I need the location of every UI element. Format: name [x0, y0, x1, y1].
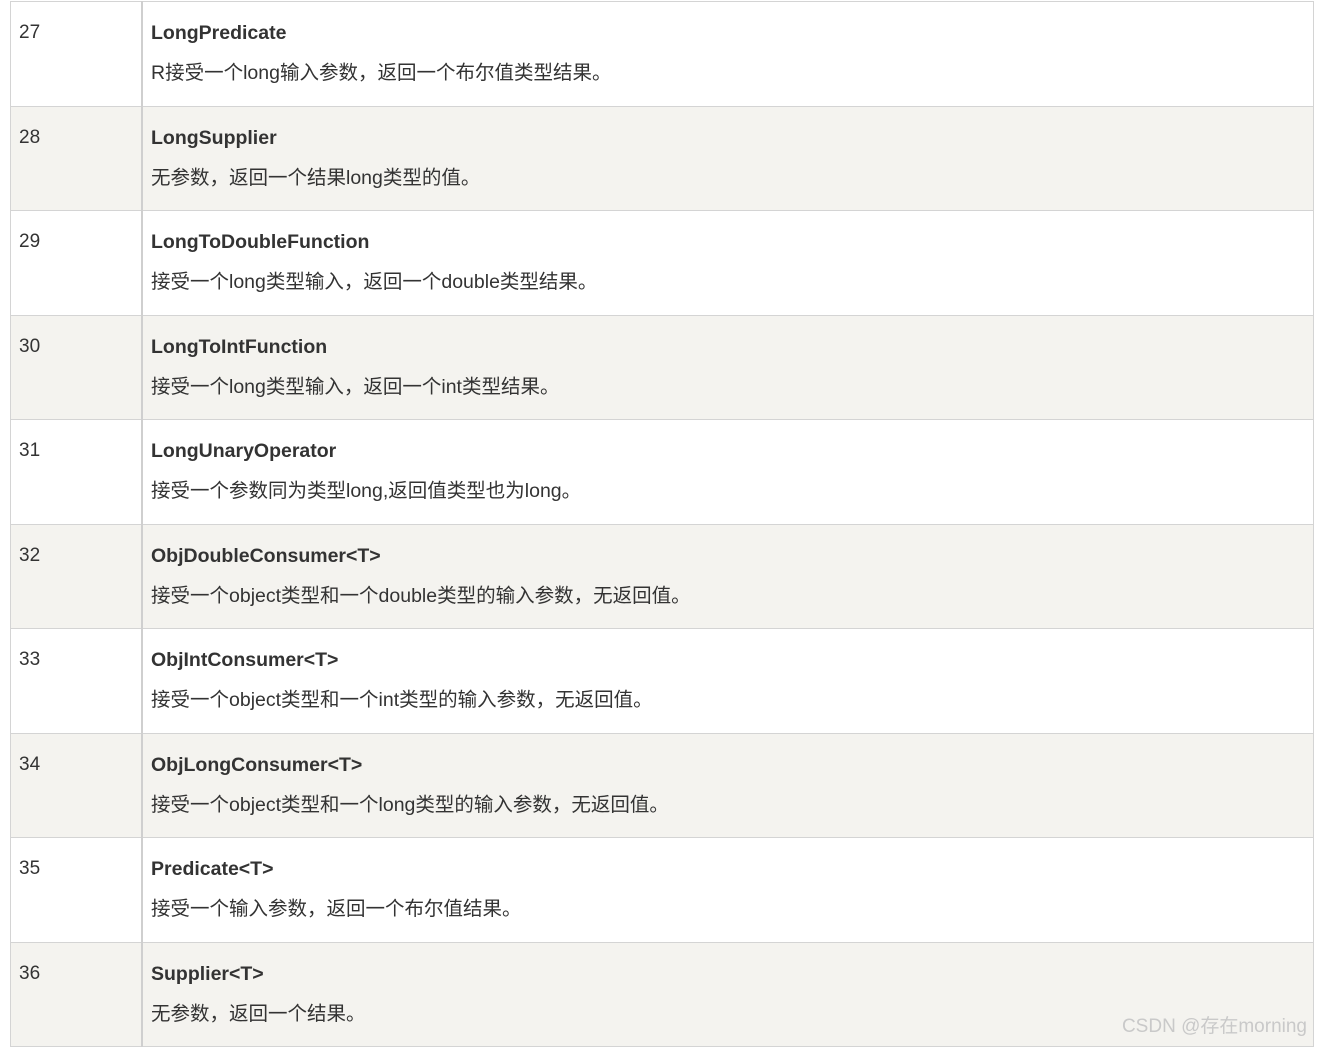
row-number: 32 — [19, 544, 41, 566]
table-row: 28 LongSupplier 无参数，返回一个结果long类型的值。 — [10, 105, 1314, 211]
interface-cell: LongUnaryOperator 接受一个参数同为类型long,返回值类型也为l… — [141, 419, 1314, 525]
row-number: 27 — [19, 22, 41, 43]
interface-cell: LongSupplier 无参数，返回一个结果long类型的值。 — [141, 105, 1314, 211]
interface-description: 接受一个参数同为类型long,返回值类型也为long。 — [151, 480, 582, 502]
table-row: 36 Supplier<T> 无参数，返回一个结果。 — [10, 941, 1314, 1047]
row-number-cell: 31 — [10, 419, 143, 525]
row-number-cell: 27 — [10, 1, 143, 107]
interface-cell: ObjIntConsumer<T> 接受一个object类型和一个int类型的输入… — [141, 628, 1314, 734]
interface-name: LongPredicate — [151, 22, 287, 44]
interface-name: ObjDoubleConsumer<T> — [151, 544, 381, 567]
row-number-cell: 28 — [10, 105, 143, 211]
row-number-cell: 32 — [10, 523, 143, 629]
table-row: 35 Predicate<T> 接受一个输入参数，返回一个布尔值结果。 — [10, 837, 1314, 943]
interface-name: Predicate<T> — [151, 858, 274, 880]
interface-cell: LongToIntFunction 接受一个long类型输入，返回一个int类型结… — [141, 314, 1314, 420]
row-number: 28 — [19, 126, 41, 148]
interface-description: 接受一个object类型和一个long类型的输入参数，无返回值。 — [151, 793, 669, 816]
interface-description: 接受一个object类型和一个double类型的输入参数，无返回值。 — [151, 584, 691, 607]
row-number: 29 — [19, 231, 41, 252]
table-row: 29 LongToDoubleFunction 接受一个long类型输入，返回一个… — [10, 210, 1314, 316]
row-number-cell: 33 — [10, 628, 143, 734]
row-number: 33 — [19, 649, 41, 670]
csdn-watermark: CSDN @存在morning — [1121, 1016, 1307, 1037]
interface-name: LongToDoubleFunction — [151, 231, 370, 253]
interface-name: LongUnaryOperator — [151, 440, 337, 462]
interface-name: LongSupplier — [151, 126, 277, 149]
interface-name: Supplier<T> — [151, 962, 264, 985]
interface-cell: LongPredicate R接受一个long输入参数，返回一个布尔值类型结果。 — [141, 1, 1314, 107]
row-number: 30 — [19, 335, 41, 357]
row-number-cell: 34 — [10, 732, 143, 838]
interface-description: R接受一个long输入参数，返回一个布尔值类型结果。 — [151, 62, 612, 84]
table-row: 27 LongPredicate R接受一个long输入参数，返回一个布尔值类型结… — [10, 1, 1314, 107]
interface-description: 接受一个object类型和一个int类型的输入参数，无返回值。 — [151, 689, 653, 711]
row-number: 35 — [19, 858, 41, 879]
row-number-cell: 35 — [10, 837, 143, 943]
table-row: 34 ObjLongConsumer<T> 接受一个object类型和一个long… — [10, 732, 1314, 838]
interface-cell: Predicate<T> 接受一个输入参数，返回一个布尔值结果。 — [141, 837, 1314, 943]
row-number-cell: 36 — [10, 941, 143, 1047]
interface-name: LongToIntFunction — [151, 335, 328, 358]
interface-description: 接受一个long类型输入，返回一个int类型结果。 — [151, 375, 560, 398]
row-number-cell: 30 — [10, 314, 143, 420]
table-row: 30 LongToIntFunction 接受一个long类型输入，返回一个int… — [10, 314, 1314, 420]
interface-cell: ObjDoubleConsumer<T> 接受一个object类型和一个doubl… — [141, 523, 1314, 629]
interface-cell: LongToDoubleFunction 接受一个long类型输入，返回一个dou… — [141, 210, 1314, 316]
interface-name: ObjIntConsumer<T> — [151, 649, 339, 671]
interface-description: 无参数，返回一个结果long类型的值。 — [151, 166, 481, 189]
row-number: 34 — [19, 753, 41, 775]
interface-description: 接受一个long类型输入，返回一个double类型结果。 — [151, 271, 598, 293]
row-number-cell: 29 — [10, 210, 143, 316]
interface-cell: ObjLongConsumer<T> 接受一个object类型和一个long类型的… — [141, 732, 1314, 838]
functional-interface-table: 27 LongPredicate R接受一个long输入参数，返回一个布尔值类型结… — [10, 1, 1314, 1047]
table-row: 32 ObjDoubleConsumer<T> 接受一个object类型和一个do… — [10, 523, 1314, 629]
interface-description: 接受一个输入参数，返回一个布尔值结果。 — [151, 898, 522, 920]
table-row: 31 LongUnaryOperator 接受一个参数同为类型long,返回值类型… — [10, 419, 1314, 525]
interface-name: ObjLongConsumer<T> — [151, 753, 363, 776]
row-number: 31 — [19, 440, 41, 461]
row-number: 36 — [19, 962, 41, 984]
table-row: 33 ObjIntConsumer<T> 接受一个object类型和一个int类型… — [10, 628, 1314, 734]
